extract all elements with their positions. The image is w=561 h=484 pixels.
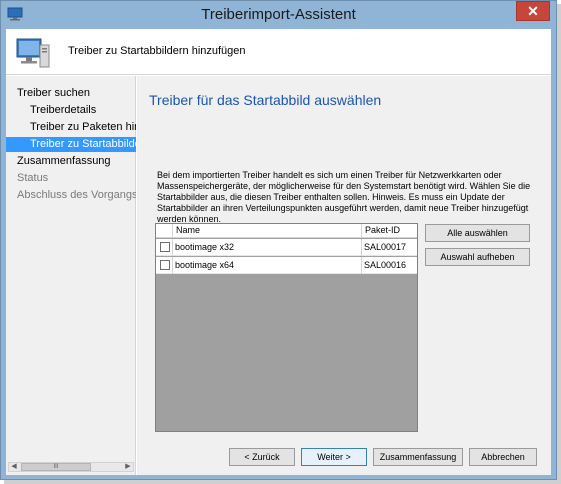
- column-header-name[interactable]: Name: [176, 225, 200, 235]
- nav-item-abschluss: Abschluss des Vorgangs: [17, 189, 136, 201]
- boot-image-list[interactable]: Name Paket-ID bootimage x32 SAL00017 boo…: [155, 223, 418, 432]
- column-divider: [172, 224, 173, 238]
- title-bar[interactable]: Treiberimport-Assistent ✕: [1, 1, 556, 29]
- row-package-id: SAL00016: [364, 260, 407, 270]
- wizard-client: Treiber zu Startabbildern hinzufügen Tre…: [6, 29, 551, 475]
- list-header: Name Paket-ID: [156, 224, 417, 238]
- close-button[interactable]: ✕: [516, 1, 550, 21]
- wizard-nav: Treiber suchen Treiberdetails Treiber zu…: [6, 76, 136, 475]
- row-package-id: SAL00017: [364, 242, 407, 252]
- wizard-content: Treiber für das Startabbild auswählen Be…: [137, 76, 551, 475]
- wizard-step-title: Treiber zu Startabbildern hinzufügen: [68, 45, 246, 57]
- cancel-button[interactable]: Abbrechen: [469, 448, 537, 466]
- wizard-window: Treiberimport-Assistent ✕ Treiber zu Sta…: [0, 0, 557, 480]
- column-divider: [361, 257, 362, 274]
- nav-item-status: Status: [17, 172, 49, 184]
- scroll-left-icon[interactable]: ◀: [9, 463, 19, 471]
- wizard-header: Treiber zu Startabbildern hinzufügen: [6, 29, 551, 75]
- nav-item-treiberdetails[interactable]: Treiberdetails: [6, 103, 136, 118]
- row-name: bootimage x32: [175, 242, 235, 252]
- column-divider: [361, 239, 362, 256]
- window-title: Treiberimport-Assistent: [201, 6, 356, 23]
- scrollbar-thumb[interactable]: III: [21, 463, 91, 471]
- page-title: Treiber für das Startabbild auswählen: [149, 92, 382, 108]
- column-header-package-id[interactable]: Paket-ID: [365, 225, 400, 235]
- computer-icon: [16, 38, 50, 68]
- summary-button[interactable]: Zusammenfassung: [373, 448, 463, 466]
- nav-item-zusammenfassung[interactable]: Zusammenfassung: [6, 154, 136, 169]
- next-button[interactable]: Weiter >: [301, 448, 367, 466]
- row-checkbox[interactable]: [160, 242, 170, 252]
- page-description: Bei dem importierten Treiber handelt es …: [157, 170, 531, 224]
- column-divider: [172, 257, 173, 274]
- row-checkbox[interactable]: [160, 260, 170, 270]
- scroll-right-icon[interactable]: ▶: [123, 463, 133, 471]
- column-divider: [361, 224, 362, 238]
- nav-item-startabbilder[interactable]: Treiber zu Startabbildern: [6, 137, 136, 152]
- select-all-button[interactable]: Alle auswählen: [425, 224, 530, 242]
- table-row[interactable]: bootimage x64 SAL00016: [156, 257, 417, 274]
- nav-item-treiber-suchen[interactable]: Treiber suchen: [6, 86, 136, 101]
- nav-item-pakete[interactable]: Treiber zu Paketen hinzufügen: [6, 120, 136, 135]
- table-row[interactable]: bootimage x32 SAL00017: [156, 239, 417, 256]
- column-divider: [172, 239, 173, 256]
- row-name: bootimage x64: [175, 260, 235, 270]
- deselect-all-button[interactable]: Auswahl aufheben: [425, 248, 530, 266]
- nav-horizontal-scrollbar[interactable]: ◀ III ▶: [8, 462, 134, 472]
- back-button[interactable]: < Zurück: [229, 448, 295, 466]
